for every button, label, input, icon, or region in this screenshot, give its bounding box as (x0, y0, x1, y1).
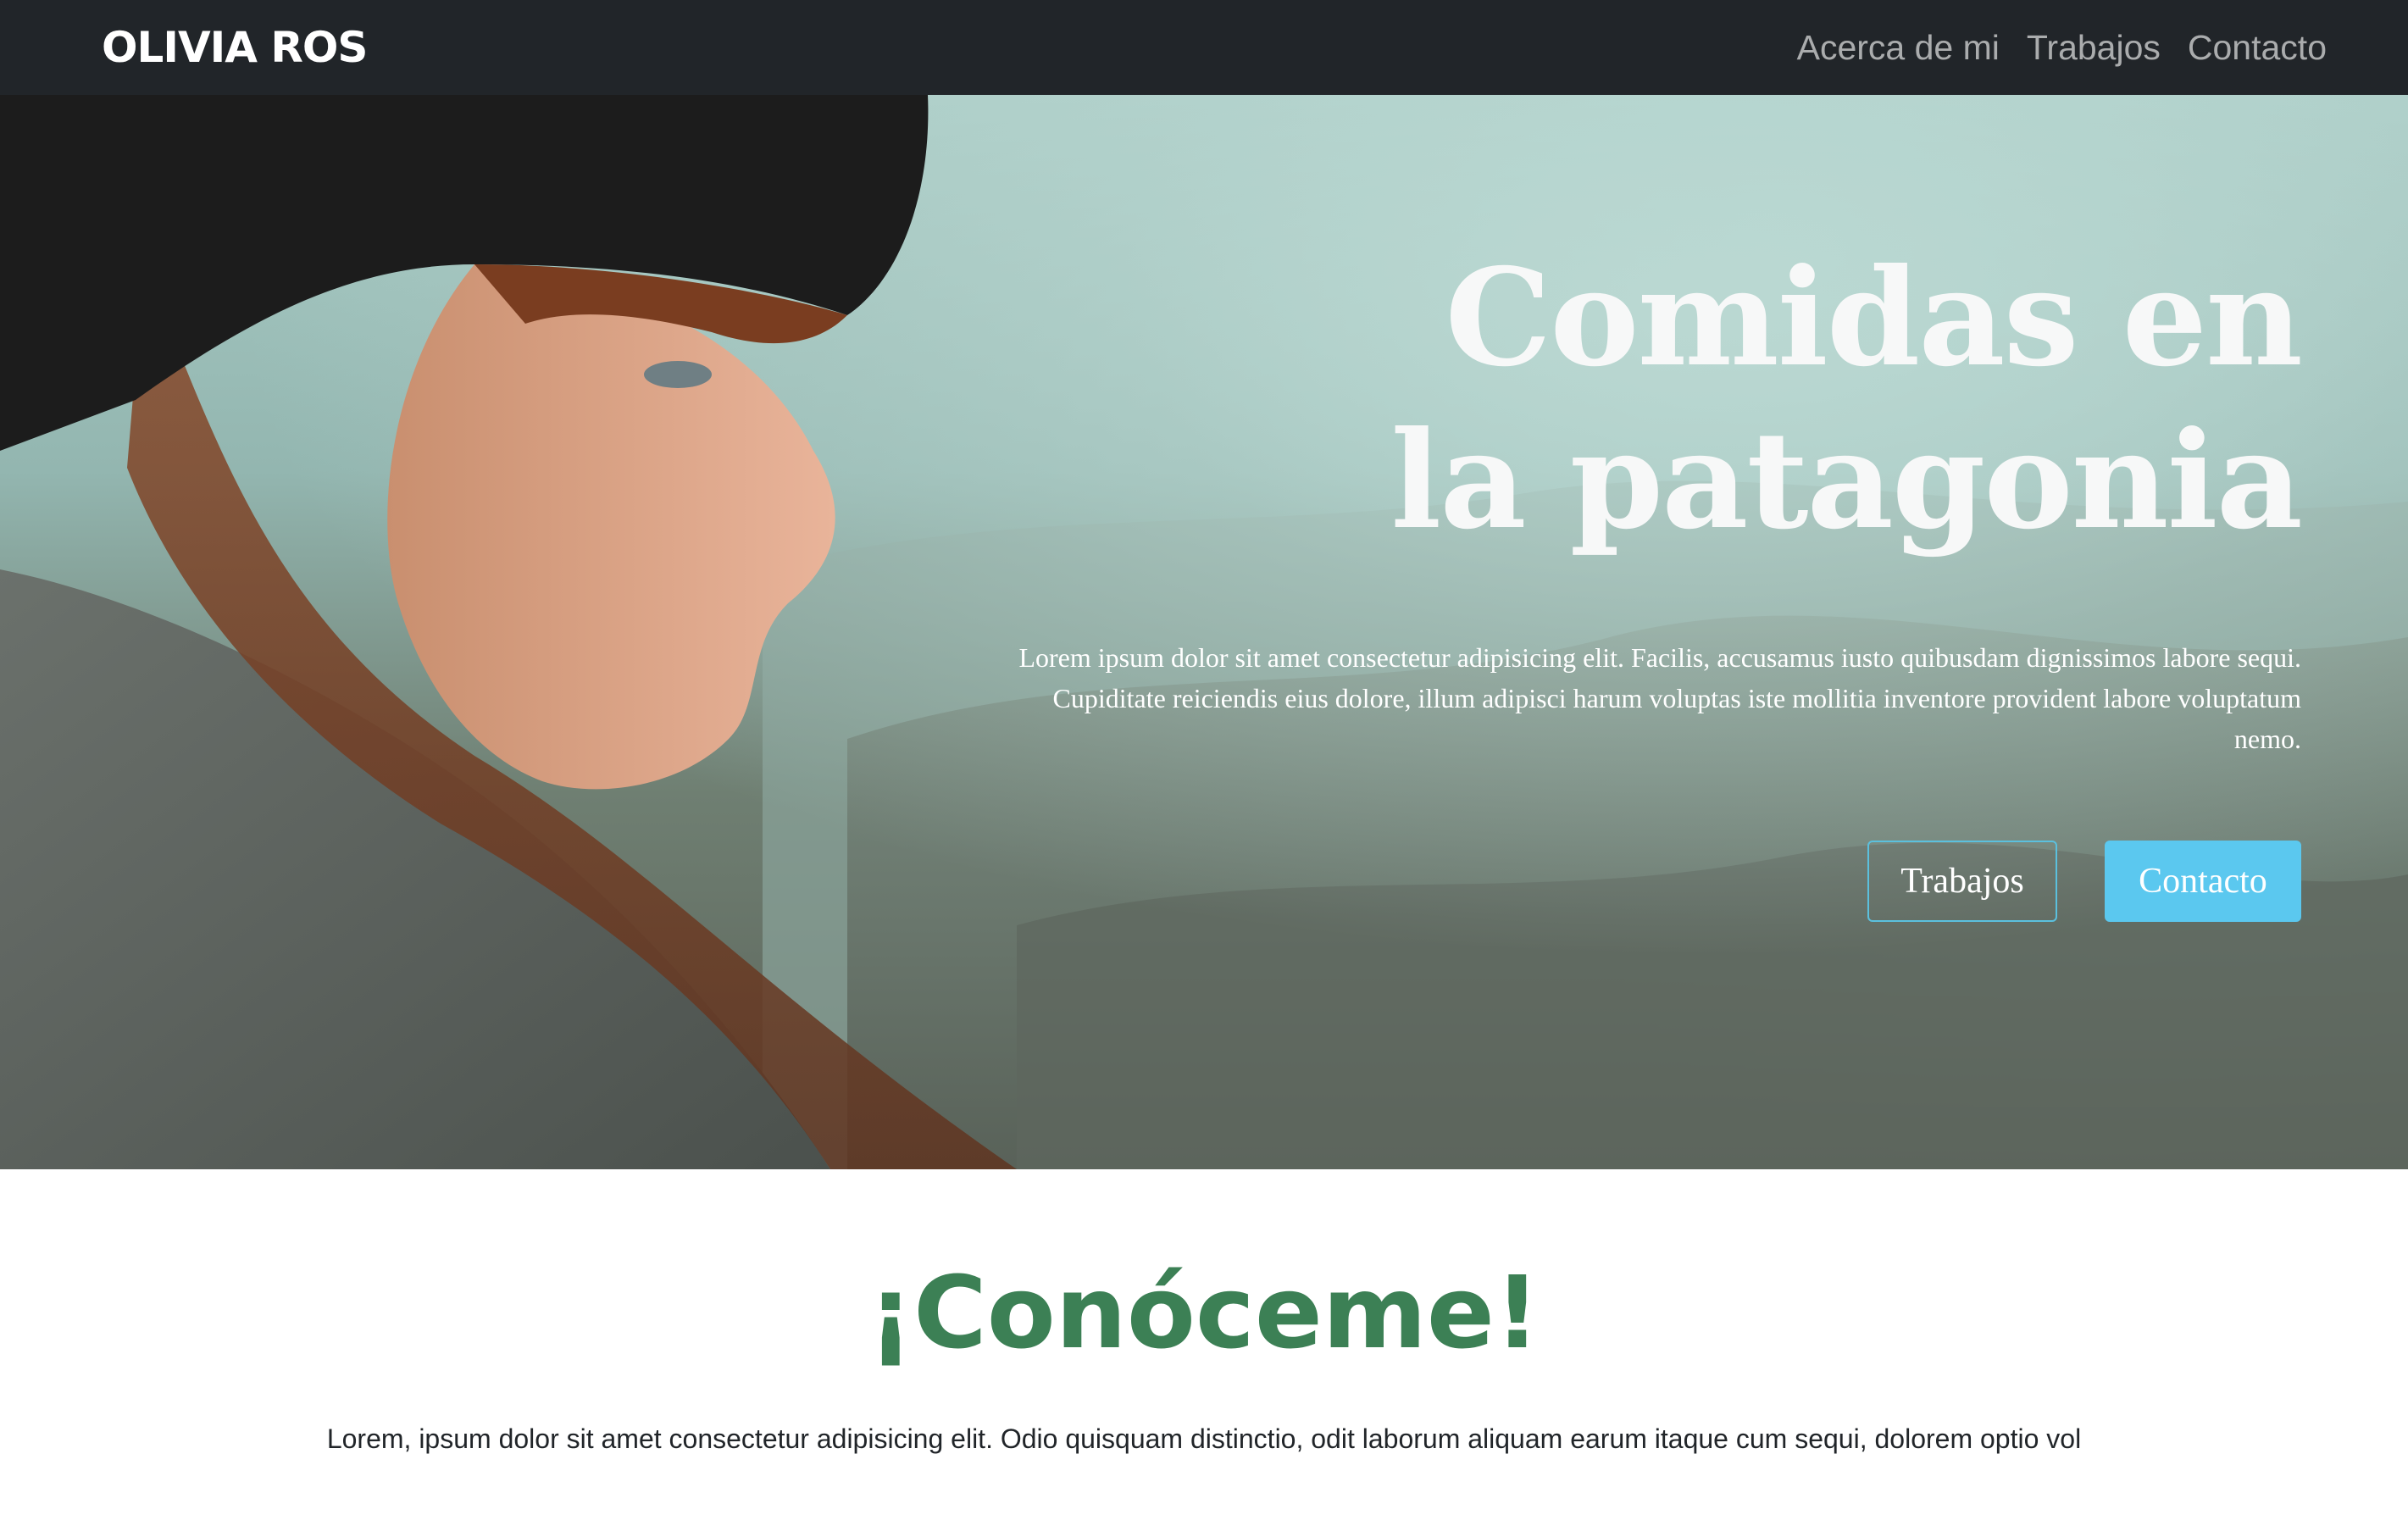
hero-content: Comidas en la patagonia Lorem ipsum dolo… (979, 237, 2303, 922)
hero-section: Comidas en la patagonia Lorem ipsum dolo… (0, 95, 2408, 1169)
brand-logo[interactable]: OLIVIA ROS (102, 23, 368, 72)
about-paragraph: Lorem, ipsum dolor sit amet consectetur … (326, 1423, 2082, 1454)
nav-links: Acerca de mi Trabajos Contacto (1797, 28, 2327, 68)
hero-paragraph: Lorem ipsum dolor sit amet consectetur a… (1018, 642, 2301, 754)
nav-link-contact[interactable]: Contacto (2188, 28, 2327, 68)
hero-buttons: Trabajos Contacto (979, 841, 2301, 922)
hero-title-line2: la patagonia (1390, 402, 2303, 559)
hero-title: Comidas en la patagonia (979, 237, 2303, 563)
works-button[interactable]: Trabajos (1867, 841, 2057, 922)
nav-link-works[interactable]: Trabajos (2027, 28, 2161, 68)
about-section: ¡Conóceme! Lorem, ipsum dolor sit amet c… (0, 1169, 2408, 1515)
nav-link-about[interactable]: Acerca de mi (1797, 28, 2000, 68)
top-navbar: OLIVIA ROS Acerca de mi Trabajos Contact… (0, 0, 2408, 95)
contact-button[interactable]: Contacto (2105, 841, 2301, 922)
about-title: ¡Conóceme! (868, 1254, 1540, 1371)
hero-title-line1: Comidas en (1445, 240, 2303, 397)
